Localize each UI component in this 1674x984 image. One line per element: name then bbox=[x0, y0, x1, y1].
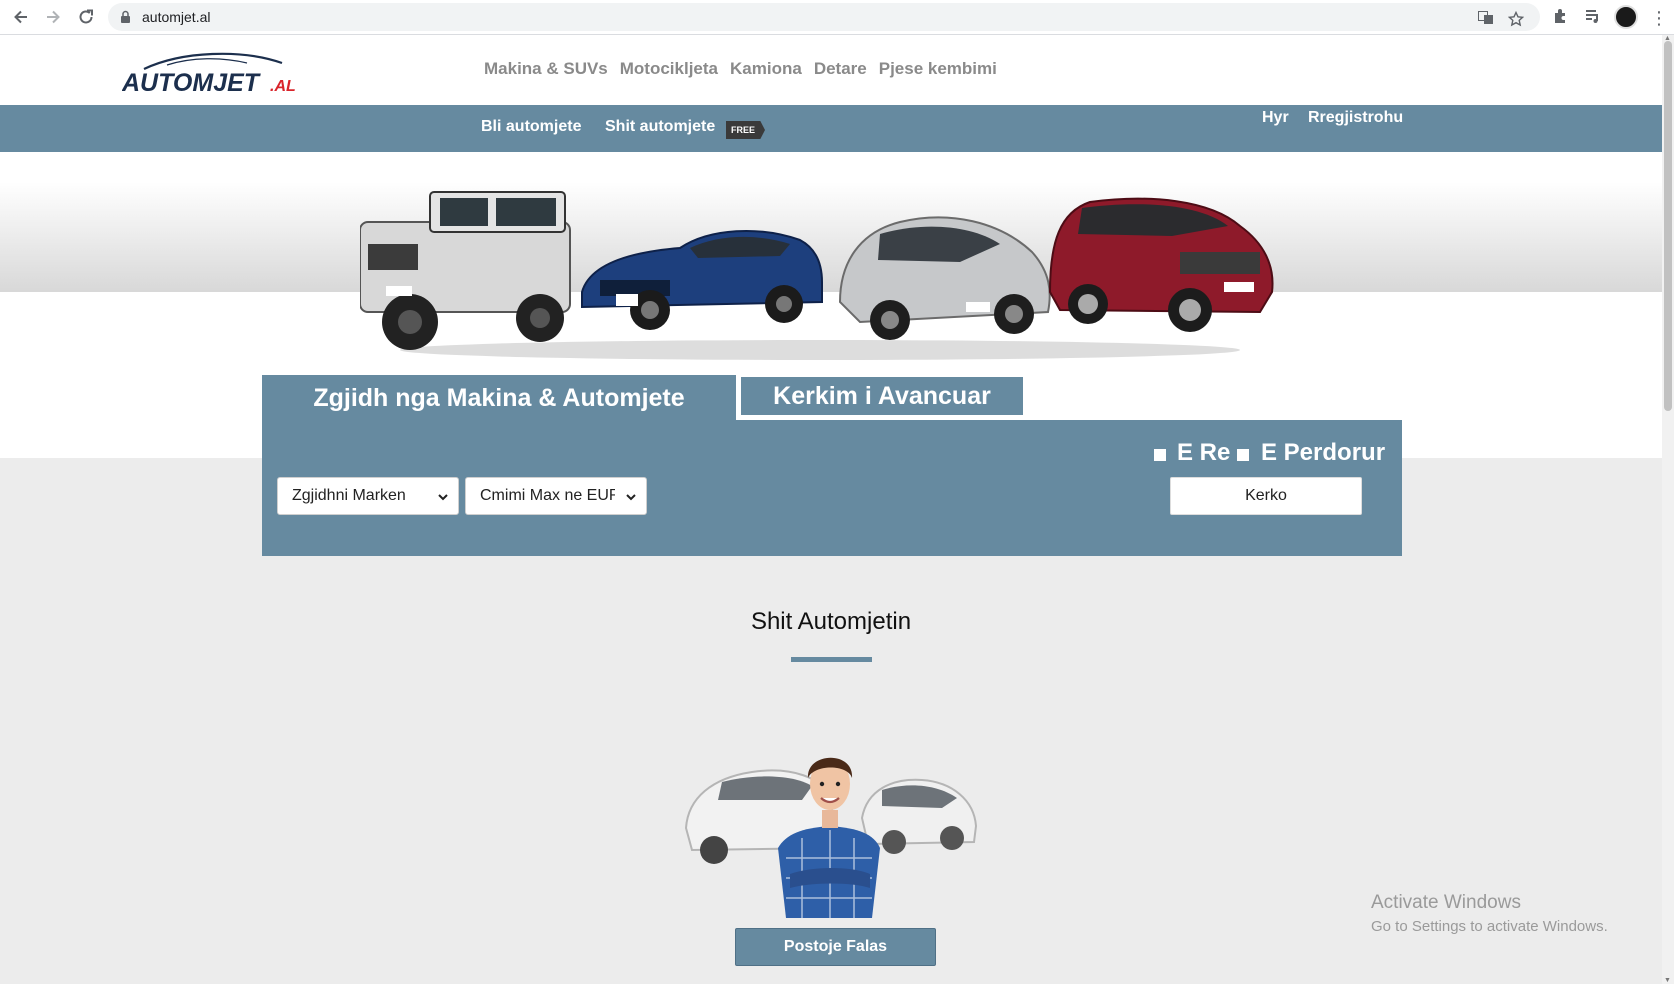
login-link[interactable]: Hyr bbox=[1262, 109, 1289, 127]
price-select-value: Cmimi Max ne EUR bbox=[480, 487, 615, 504]
extensions-icon[interactable] bbox=[1552, 7, 1570, 30]
checkbox-new-label: E Re bbox=[1177, 439, 1231, 466]
buy-vehicles-link[interactable]: Bli automjete bbox=[481, 118, 581, 136]
address-bar[interactable]: automjet.al bbox=[108, 3, 1540, 31]
search-panel: Zgjidhni Marken Cmimi Max ne EUR E Re E … bbox=[262, 420, 1402, 556]
tab-advanced-search[interactable]: Kerkim i Avancuar bbox=[738, 374, 1026, 418]
page-scrollbar[interactable]: ▲ ▼ bbox=[1662, 35, 1674, 984]
url-text[interactable]: automjet.al bbox=[142, 9, 210, 25]
logo-wordmark: AUTOMJET bbox=[122, 69, 262, 97]
bookmark-star-icon[interactable] bbox=[1507, 10, 1525, 32]
lock-icon bbox=[120, 10, 131, 29]
title-underline bbox=[791, 657, 872, 662]
checkbox-used-label: E Perdorur bbox=[1261, 439, 1386, 466]
main-action-bar: Bli automjete Shit automjete FREE Hyr Rr… bbox=[0, 105, 1662, 152]
reload-icon[interactable] bbox=[75, 6, 97, 28]
register-link[interactable]: Rregjistrohu bbox=[1308, 109, 1403, 127]
forward-icon[interactable] bbox=[42, 6, 64, 28]
browser-toolbar: automjet.al ⋮ bbox=[0, 0, 1674, 35]
checkbox-new[interactable] bbox=[1154, 449, 1166, 461]
chevron-down-icon bbox=[625, 490, 637, 508]
back-icon[interactable] bbox=[10, 6, 32, 28]
windows-activation-watermark: Activate Windows Go to Settings to activ… bbox=[1371, 892, 1608, 935]
free-badge: FREE bbox=[726, 121, 766, 139]
white-hatchback-image bbox=[860, 778, 978, 854]
logo-suffix: .AL bbox=[270, 78, 296, 95]
scrollbar-thumb[interactable] bbox=[1664, 41, 1672, 411]
silver-suv-image bbox=[360, 191, 571, 350]
nav-kamiona[interactable]: Kamiona bbox=[730, 59, 802, 79]
watermark-title: Activate Windows bbox=[1371, 892, 1521, 913]
scroll-down-icon[interactable]: ▼ bbox=[1664, 977, 1671, 984]
site-header: AUTOMJET .AL Makina & SUVs Motocikljeta … bbox=[0, 35, 1662, 105]
top-category-nav: Makina & SUVs Motocikljeta Kamiona Detar… bbox=[484, 59, 997, 79]
sell-section-title: Shit Automjetin bbox=[750, 608, 912, 635]
watermark-subtitle: Go to Settings to activate Windows. bbox=[1371, 918, 1608, 935]
tab-simple-search[interactable]: Zgjidh nga Makina & Automjete bbox=[262, 375, 736, 421]
nav-detare[interactable]: Detare bbox=[814, 59, 867, 79]
blue-sedan-image bbox=[581, 229, 823, 330]
red-suv-image bbox=[1048, 197, 1274, 332]
seller-with-cars-image bbox=[684, 757, 978, 918]
menu-kebab-icon[interactable]: ⋮ bbox=[1650, 8, 1668, 29]
chevron-down-icon bbox=[437, 490, 449, 508]
brand-select[interactable]: Zgjidhni Marken bbox=[277, 477, 459, 515]
post-free-button[interactable]: Postoje Falas bbox=[735, 928, 936, 966]
brand-select-value: Zgjidhni Marken bbox=[292, 487, 406, 504]
nav-pjese-kembimi[interactable]: Pjese kembimi bbox=[879, 59, 997, 79]
nav-motocikljeta[interactable]: Motocikljeta bbox=[620, 59, 718, 79]
site-logo[interactable]: AUTOMJET .AL bbox=[121, 47, 312, 97]
hero-cars-image bbox=[360, 191, 1274, 360]
sell-vehicles-link[interactable]: Shit automjete bbox=[605, 118, 715, 136]
search-button[interactable]: Kerko bbox=[1170, 477, 1362, 515]
checkbox-used[interactable] bbox=[1237, 449, 1249, 461]
profile-avatar[interactable] bbox=[1614, 5, 1638, 29]
silver-hatchback-image bbox=[838, 216, 1051, 340]
nav-makina-suvs[interactable]: Makina & SUVs bbox=[484, 59, 608, 79]
translate-icon[interactable] bbox=[1478, 11, 1494, 30]
media-queue-icon[interactable] bbox=[1584, 7, 1602, 30]
price-select[interactable]: Cmimi Max ne EUR bbox=[465, 477, 647, 515]
